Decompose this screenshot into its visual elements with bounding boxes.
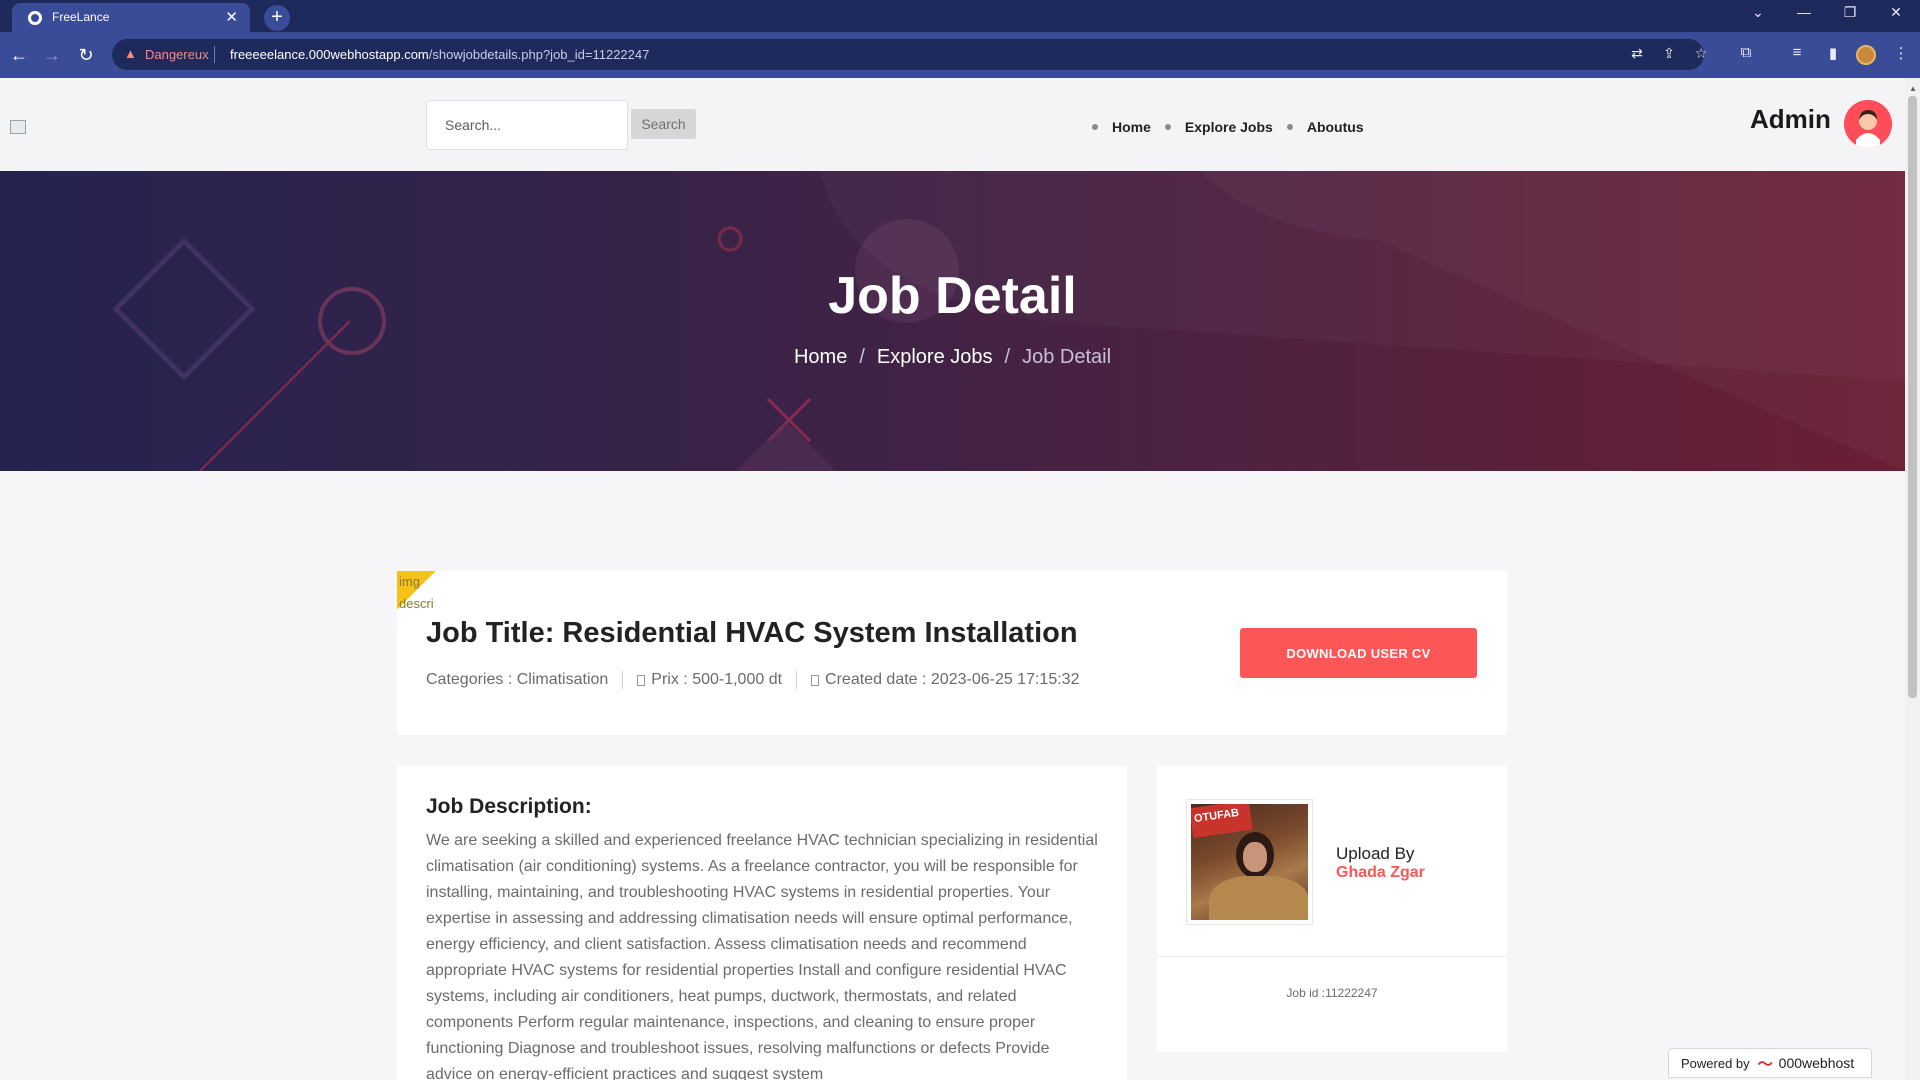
- powered-by-label: Powered by: [1681, 1055, 1750, 1071]
- search-input[interactable]: [426, 100, 628, 150]
- breadcrumb: Home / Explore Jobs / Job Detail: [0, 346, 1905, 369]
- nav-bullet: [1286, 124, 1293, 130]
- url-text[interactable]: freeeeelance.000webhostapp.com/showjobde…: [230, 47, 649, 62]
- job-title: Job Title: Residential HVAC System Insta…: [426, 617, 1078, 649]
- webhost-logo-icon: 〜: [1757, 1055, 1773, 1073]
- description-text: We are seeking a skilled and experienced…: [426, 832, 1098, 1080]
- extensions-icon[interactable]: ⧉: [1735, 44, 1757, 61]
- warning-icon: ▲: [124, 46, 137, 61]
- scrollbar-thumb[interactable]: [1908, 96, 1917, 698]
- admin-avatar[interactable]: [1844, 100, 1892, 148]
- powered-by-badge[interactable]: Powered by 〜 000webhost: [1668, 1048, 1872, 1078]
- restore-icon[interactable]: ❐: [1836, 4, 1864, 21]
- site-header: Search Home Explore Jobs Aboutus Admin: [0, 78, 1905, 171]
- bookmark-star-icon[interactable]: ☆: [1691, 45, 1711, 62]
- uploader-photo-image: OTUFAB: [1191, 804, 1308, 920]
- minimize-icon[interactable]: —: [1790, 4, 1818, 20]
- close-tab-icon[interactable]: ✕: [225, 8, 238, 26]
- job-category: Categories : Climatisation: [426, 671, 609, 688]
- nav-bullet: [1164, 124, 1171, 130]
- hero-banner: Job Detail Home / Explore Jobs / Job Detail: [0, 171, 1905, 471]
- globe-icon: [28, 11, 42, 25]
- scroll-up-icon[interactable]: ▲: [1909, 84, 1917, 93]
- new-tab-button[interactable]: +: [264, 5, 290, 31]
- card-divider: [1157, 956, 1507, 957]
- breadcrumb-separator: /: [859, 346, 865, 368]
- url-host: freeeeelance.000webhostapp.com: [230, 47, 429, 62]
- omnibox-divider: [214, 46, 215, 63]
- close-window-icon[interactable]: ✕: [1882, 4, 1910, 21]
- browser-tab-bar: FreeLance ✕ + ⌄ — ❐ ✕: [0, 0, 1920, 32]
- tab-search-icon[interactable]: ⌄: [1744, 4, 1772, 21]
- uploader-name[interactable]: Ghada Zgar: [1336, 864, 1425, 882]
- menu-kebab-icon[interactable]: ⋮: [1890, 44, 1912, 62]
- back-icon[interactable]: ←: [7, 43, 31, 67]
- breadcrumb-home[interactable]: Home: [794, 346, 847, 368]
- calendar-icon: [811, 674, 820, 686]
- media-control-icon[interactable]: ≡: [1786, 44, 1808, 61]
- download-cv-button[interactable]: DOWNLOAD USER CV: [1240, 628, 1477, 678]
- upload-by-label: Upload By: [1336, 844, 1415, 863]
- reload-icon[interactable]: ↻: [74, 43, 98, 67]
- photo-face: [1243, 842, 1267, 872]
- nav-bullet: [1092, 124, 1098, 130]
- job-created-date: Created date : 2023-06-25 17:15:32: [825, 671, 1080, 688]
- meta-divider: [796, 671, 798, 689]
- job-price: Prix : 500-1,000 dt: [651, 671, 783, 688]
- admin-name[interactable]: Admin: [1750, 104, 1831, 135]
- side-panel-icon[interactable]: ▮: [1822, 44, 1844, 62]
- breadcrumb-explore-jobs[interactable]: Explore Jobs: [877, 346, 993, 368]
- nav-explore-jobs[interactable]: Explore Jobs: [1185, 119, 1273, 135]
- url-path: /showjobdetails.php?job_id=11222247: [428, 47, 650, 62]
- search-button[interactable]: Search: [631, 109, 696, 139]
- page-title: Job Detail: [828, 267, 1077, 325]
- broken-image-alt: img descri: [399, 574, 434, 611]
- main-nav: Home Explore Jobs Aboutus: [1092, 117, 1378, 137]
- tab-title: FreeLance: [52, 10, 110, 24]
- security-status[interactable]: Dangereux: [145, 47, 209, 62]
- browser-toolbar: ← → ↻ ▲ Dangereux freeeeelance.000webhos…: [0, 32, 1920, 78]
- job-description-card: Job Description: We are seeking a skille…: [397, 766, 1127, 1080]
- powered-by-brand: 000webhost: [1778, 1055, 1855, 1071]
- site-logo[interactable]: [10, 120, 26, 134]
- user-avatar-icon: [1844, 100, 1892, 148]
- breadcrumb-separator: /: [1004, 346, 1011, 368]
- description-heading: Job Description:: [426, 795, 592, 818]
- translate-icon[interactable]: ⇄: [1627, 45, 1647, 62]
- profile-avatar[interactable]: [1856, 45, 1876, 65]
- page-scrollbar[interactable]: ▲: [1905, 78, 1920, 1080]
- price-icon: [637, 674, 646, 686]
- uploader-card: OTUFAB Upload By Ghada Zgar Job id :1122…: [1157, 766, 1507, 1052]
- photo-coat: [1209, 876, 1308, 920]
- forward-icon[interactable]: →: [40, 43, 64, 67]
- breadcrumb-current: Job Detail: [1022, 346, 1112, 368]
- nav-aboutus[interactable]: Aboutus: [1307, 119, 1364, 135]
- address-bar[interactable]: ▲ Dangereux freeeeelance.000webhostapp.c…: [112, 39, 1707, 70]
- job-meta: Categories : Climatisation Prix : 500-1,…: [426, 671, 1079, 689]
- browser-tab[interactable]: FreeLance ✕: [12, 3, 250, 32]
- nav-home[interactable]: Home: [1112, 119, 1151, 135]
- share-icon[interactable]: ⇪: [1659, 45, 1679, 62]
- job-header-card: img descri Job Title: Residential HVAC S…: [397, 571, 1507, 735]
- job-id: Job id :11222247: [1286, 986, 1378, 1000]
- uploader-photo: OTUFAB: [1186, 799, 1313, 925]
- meta-divider: [622, 671, 624, 689]
